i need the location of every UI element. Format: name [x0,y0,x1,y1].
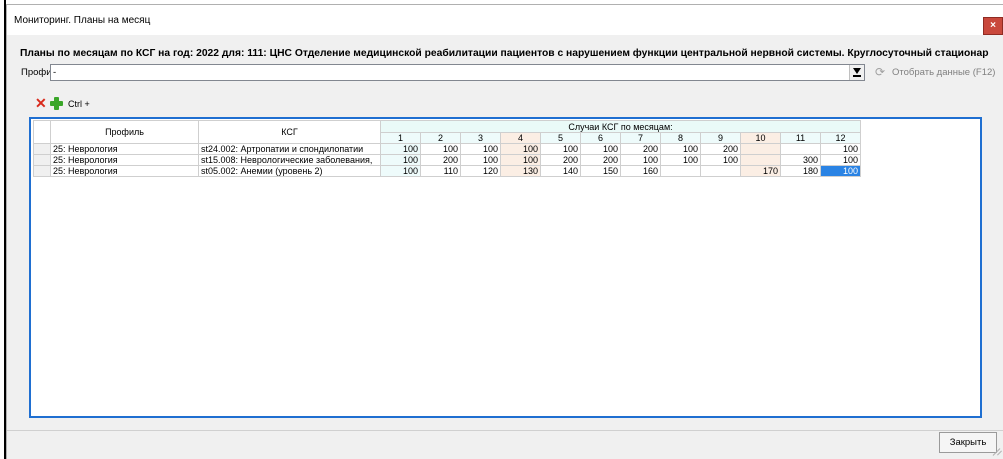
table-row[interactable]: 25: Неврология st05.002: Анемии (уровень… [33,165,861,177]
cell-month[interactable]: 150 [580,165,621,177]
cell-month[interactable]: 120 [460,165,501,177]
cell-month[interactable] [740,143,781,155]
cell-month[interactable]: 300 [780,154,821,166]
resize-grip-icon[interactable] [991,447,1002,457]
profile-dropdown-button[interactable] [849,65,864,80]
ctrl-shortcut-label: Ctrl + [68,99,90,109]
column-header-month-2[interactable]: 2 [420,132,461,144]
cell-month[interactable]: 100 [380,143,421,155]
show-data-label: Отобрать данные (F12) [892,67,996,78]
column-header-month-3[interactable]: 3 [460,132,501,144]
column-header-month-5[interactable]: 5 [540,132,581,144]
column-header-month-4[interactable]: 4 [500,132,541,144]
toolbar: ✕ Ctrl + [32,95,232,113]
cell-profile[interactable]: 25: Неврология [50,143,199,155]
column-header-month-9[interactable]: 9 [700,132,741,144]
window-title: Мониторинг. Планы на месяц [14,15,151,26]
column-header-month-6[interactable]: 6 [580,132,621,144]
cell-month[interactable]: 100 [500,143,541,155]
cell-month[interactable]: 140 [540,165,581,177]
cell-month[interactable]: 100 [500,154,541,166]
close-icon: × [990,20,996,31]
cell-profile[interactable]: 25: Неврология [50,154,199,166]
cell-month[interactable] [780,143,821,155]
cell-month[interactable]: 100 [620,154,661,166]
cell-month[interactable]: 200 [420,154,461,166]
cell-month[interactable]: 100 [820,143,861,155]
cell-month[interactable]: 100 [380,165,421,177]
column-header-month-8[interactable]: 8 [660,132,701,144]
table-row[interactable]: 25: Неврология st24.002: Артропатии и сп… [33,143,861,155]
cell-month[interactable]: 100 [660,154,701,166]
cell-month[interactable] [740,154,781,166]
cell-ksg[interactable]: st15.008: Неврологические заболевания, [198,154,381,166]
cell-month[interactable]: 170 [740,165,781,177]
cell-month[interactable] [660,165,701,177]
cell-month[interactable]: 100 [660,143,701,155]
cell-month[interactable]: 160 [620,165,661,177]
cell-ksg[interactable]: st05.002: Анемии (уровень 2) [198,165,381,177]
row-selector[interactable] [33,143,51,155]
row-header-corner [33,120,51,144]
plans-grid[interactable]: Профиль КСГ Случаи КСГ по месяцам: 1 2 3… [29,117,982,418]
table-row[interactable]: 25: Неврология st15.008: Неврологические… [33,154,861,166]
dialog-window: Мониторинг. Планы на месяц × Планы по ме… [6,4,1003,459]
cell-month-selected[interactable]: 100 [820,165,861,177]
cell-month[interactable]: 200 [540,154,581,166]
column-header-month-7[interactable]: 7 [620,132,661,144]
cell-profile[interactable]: 25: Неврология [50,165,199,177]
cell-month[interactable]: 100 [460,154,501,166]
column-header-month-11[interactable]: 11 [780,132,821,144]
cell-month[interactable]: 100 [380,154,421,166]
chevron-down-icon [853,68,861,74]
cell-month[interactable]: 100 [540,143,581,155]
delete-icon[interactable]: ✕ [35,95,47,112]
profile-select[interactable]: - [50,64,865,81]
cell-month[interactable]: 100 [820,154,861,166]
cell-month[interactable]: 100 [580,143,621,155]
page-heading: Планы по месяцам по КСГ на год: 2022 для… [20,48,989,59]
column-header-ksg[interactable]: КСГ [198,120,381,144]
cell-month[interactable]: 100 [420,143,461,155]
cell-month[interactable]: 110 [420,165,461,177]
cell-month[interactable]: 100 [460,143,501,155]
column-header-month-12[interactable]: 12 [820,132,861,144]
column-header-month-1[interactable]: 1 [380,132,421,144]
column-header-month-10[interactable]: 10 [740,132,781,144]
title-bar: Мониторинг. Планы на месяц × [7,5,1003,35]
cell-month[interactable]: 180 [780,165,821,177]
show-data-button[interactable]: ⟳ Отобрать данные (F12) [875,65,1000,80]
cell-month[interactable]: 200 [580,154,621,166]
row-selector[interactable] [33,165,51,177]
cell-month[interactable]: 200 [620,143,661,155]
add-icon[interactable] [50,97,63,110]
cell-month[interactable]: 130 [500,165,541,177]
profile-select-value: - [53,67,57,78]
cell-month[interactable] [700,165,741,177]
cell-month[interactable]: 200 [700,143,741,155]
plans-table: Профиль КСГ Случаи КСГ по месяцам: 1 2 3… [33,120,861,177]
refresh-icon: ⟳ [875,65,886,79]
column-header-profile[interactable]: Профиль [50,120,199,144]
cell-ksg[interactable]: st24.002: Артропатии и спондилопатии [198,143,381,155]
footer-divider [7,430,1003,431]
column-group-months: Случаи КСГ по месяцам: [380,120,861,133]
cell-month[interactable]: 100 [700,154,741,166]
window-close-button[interactable]: × [983,17,1003,35]
row-selector[interactable] [33,154,51,166]
close-dialog-button[interactable]: Закрыть [939,432,997,453]
